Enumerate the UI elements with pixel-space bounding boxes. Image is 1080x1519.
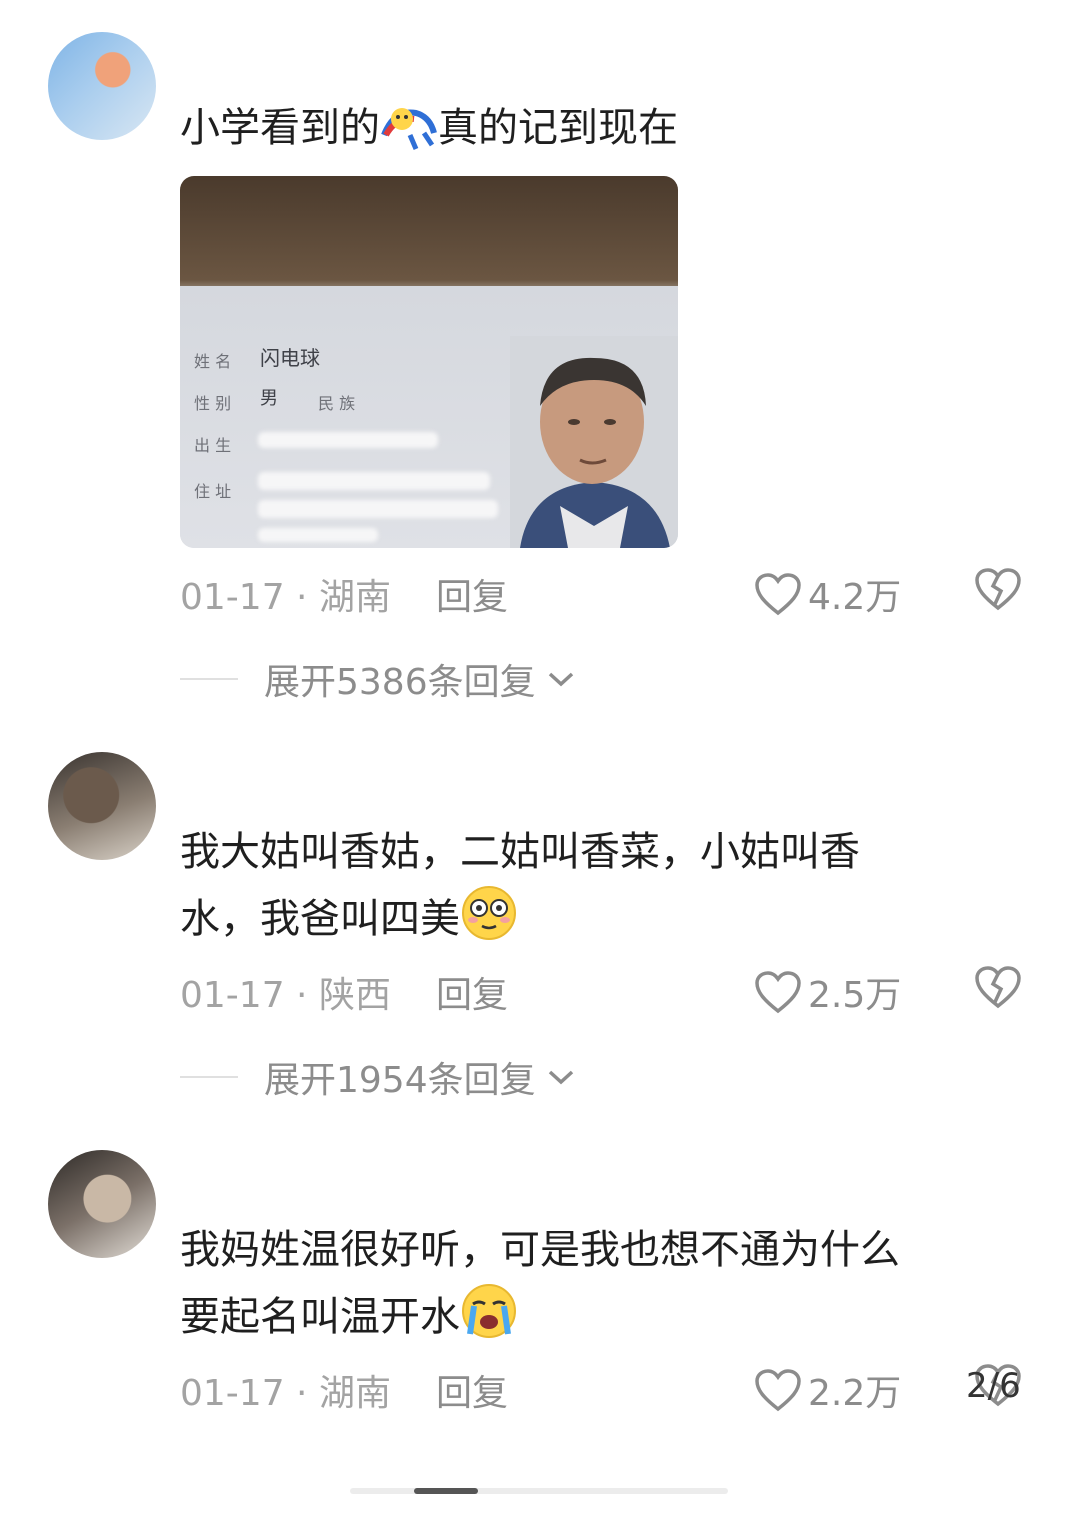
comment-date-location: 01-17 · 陕西 [180,975,391,1016]
broken-heart-icon [975,966,1021,1009]
id-name-label: 姓 名 [194,352,232,371]
reply-button[interactable]: 回复 [436,1364,508,1416]
redaction-bar [258,528,378,542]
heart-icon [755,971,801,1014]
expand-replies-button[interactable]: 展开5386条回复 [180,654,576,704]
heart-icon [755,1369,801,1412]
comment-text-part: 小学看到的 [180,105,380,151]
comment-text-line: 水，我爸叫四美 [180,884,1010,961]
id-address-label: 住 址 [194,482,232,501]
id-photo [510,336,678,548]
comment-meta: 01-17 · 湖南 回复 4.2万 [180,568,1040,618]
reply-button[interactable]: 回复 [436,966,508,1018]
comment-text-line: 要起名叫温开水 [180,1282,1010,1359]
comment-text-part: 要起名叫温开水 [180,1294,460,1340]
expand-replies-button[interactable]: 展开1954条回复 [180,1052,576,1102]
comment-text: 我大姑叫香姑，二姑叫香菜，小姑叫香 水，我爸叫四美 [180,820,1010,961]
id-birth-label: 出 生 [194,436,232,455]
scroll-thumb [414,1488,478,1494]
divider-line [180,1076,238,1078]
broken-heart-icon [975,568,1021,611]
avatar[interactable] [48,32,156,140]
chevron-down-icon [548,672,573,687]
like-button[interactable]: 2.2万 [754,1364,901,1416]
like-count: 4.2万 [808,577,902,618]
like-count: 2.2万 [808,1373,902,1414]
like-count: 2.5万 [808,975,902,1016]
comment-meta: 01-17 · 陕西 回复 2.5万 [180,966,1040,1016]
like-button[interactable]: 4.2万 [754,568,901,620]
comment-text: 我妈姓温很好听，可是我也想不通为什么 要起名叫温开水 [180,1218,1010,1359]
id-card-image[interactable]: 姓 名 闪电球 性 别 男 民 族 出 生 住 址 [180,176,678,548]
avatar[interactable] [48,752,156,860]
divider-line [180,678,238,680]
image-page-indicator: 2/6 [966,1366,1021,1406]
redaction-bar [258,432,438,448]
comment-text-part: 真的记到现在 [438,105,678,151]
expand-replies-label: 展开5386条回复 [264,662,536,703]
comment-meta: 01-17 · 湖南 回复 2.2万 [180,1364,1040,1414]
scroll-indicator [350,1488,728,1494]
flushed-emoji-icon [460,884,518,961]
comment-date-location: 01-17 · 湖南 [180,1373,391,1414]
comment-text: 小学看到的 真的记到现在 [180,96,1010,170]
chevron-down-icon [548,1070,573,1085]
heart-icon [755,573,801,616]
id-sex-label: 性 别 [194,394,232,413]
comment-text-line: 我妈姓温很好听，可是我也想不通为什么 [180,1227,900,1273]
comment-date-location: 01-17 · 湖南 [180,577,391,618]
loudly-crying-emoji-icon [460,1282,518,1359]
expand-replies-label: 展开1954条回复 [264,1060,536,1101]
clown-crying-emoji-icon [380,105,438,170]
reply-button[interactable]: 回复 [436,568,508,620]
dislike-button[interactable] [974,964,1022,1019]
avatar[interactable] [48,1150,156,1258]
id-ethnic-label: 民 族 [318,394,356,413]
redaction-bar [258,500,498,518]
comment-text-part: 水，我爸叫四美 [180,896,460,942]
comment-text-line: 我大姑叫香姑，二姑叫香菜，小姑叫香 [180,829,860,875]
dislike-button[interactable] [974,566,1022,621]
redaction-bar [258,472,490,490]
id-name-value: 闪电球 [260,346,320,370]
id-sex-value: 男 [260,388,278,409]
like-button[interactable]: 2.5万 [754,966,901,1018]
